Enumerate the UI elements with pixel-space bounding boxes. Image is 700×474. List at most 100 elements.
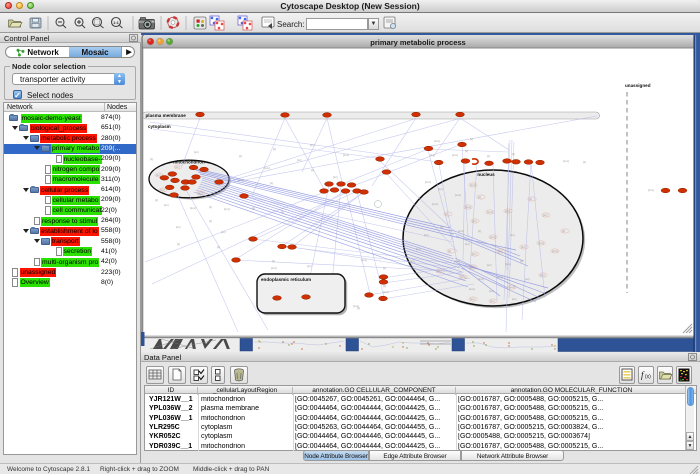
- svg-text:[xx]: [xx]: [505, 209, 510, 213]
- svg-text:[xx]: [xx]: [490, 299, 495, 303]
- svg-text:[x]: [x]: [383, 266, 386, 270]
- svg-text:[xxx]: [xxx]: [190, 206, 196, 210]
- svg-text:[x]: [x]: [281, 210, 284, 214]
- svg-text:[xxx]: [xxx]: [454, 259, 460, 263]
- svg-text:[x]: [x]: [478, 229, 481, 233]
- svg-text:[x]: [x]: [270, 181, 273, 185]
- svg-text:[xx]: [xx]: [437, 269, 442, 273]
- svg-text:(x): (x): [645, 374, 651, 380]
- svg-text:[x]: [x]: [150, 157, 153, 161]
- svg-text:[xxx]: [xxx]: [264, 166, 270, 170]
- svg-text:[xxx]: [xxx]: [487, 210, 493, 214]
- svg-text:[xx]: [xx]: [472, 219, 477, 223]
- svg-text:[xx]: [xx]: [310, 143, 315, 147]
- svg-text:[xx]: [xx]: [164, 203, 169, 207]
- svg-text:[xxx]: [xxx]: [343, 153, 349, 157]
- svg-text:[xx]: [xx]: [424, 233, 429, 237]
- svg-text:[x]: [x]: [209, 205, 212, 209]
- svg-text:[xx]: [xx]: [525, 277, 530, 281]
- svg-text:[xx]: [xx]: [472, 252, 477, 256]
- svg-text:[xxx]: [xxx]: [460, 275, 466, 279]
- svg-text:[xx]: [xx]: [194, 150, 199, 154]
- svg-text:[xxx]: [xxx]: [238, 178, 244, 182]
- svg-text:[x]: [x]: [440, 225, 443, 229]
- svg-text:[xx]: [xx]: [465, 242, 470, 246]
- svg-text:[xxx]: [xxx]: [455, 193, 461, 197]
- svg-text:[xxx]: [xxx]: [497, 275, 503, 279]
- svg-text:[x]: [x]: [209, 219, 212, 223]
- svg-text:[x]: [x]: [272, 259, 275, 263]
- svg-text:[x]: [x]: [520, 259, 523, 263]
- svg-text:[xxx]: [xxx]: [509, 285, 515, 289]
- svg-text:[x]: [x]: [177, 242, 180, 246]
- svg-text:[xxx]: [xxx]: [490, 235, 496, 239]
- svg-text:[x]: [x]: [155, 198, 158, 202]
- svg-text:1:1: 1:1: [113, 20, 120, 25]
- svg-text:[x]: [x]: [311, 168, 314, 172]
- svg-text:[xxx]: [xxx]: [224, 207, 230, 211]
- svg-text:[xx]: [xx]: [175, 165, 180, 169]
- svg-text:[xx]: [xx]: [333, 175, 338, 179]
- svg-text:[x]: [x]: [217, 245, 220, 249]
- svg-text:[xxx]: [xxx]: [452, 153, 458, 157]
- svg-text:[xx]: [xx]: [430, 153, 435, 157]
- svg-text:[xxx]: [xxx]: [469, 287, 475, 291]
- svg-text:[x]: [x]: [470, 137, 473, 141]
- svg-text:[x]: [x]: [383, 284, 386, 288]
- svg-text:[x]: [x]: [465, 149, 468, 153]
- svg-text:[xxx]: [xxx]: [361, 258, 367, 262]
- svg-text:[xx]: [xx]: [521, 245, 526, 249]
- svg-text:[x]: [x]: [487, 154, 490, 158]
- svg-text:[xxx]: [xxx]: [383, 290, 389, 294]
- svg-text:[x]: [x]: [562, 229, 565, 233]
- svg-text:[xxx]: [xxx]: [505, 262, 511, 266]
- svg-text:[xx]: [xx]: [160, 188, 165, 192]
- svg-text:endoplasmic reticulum: endoplasmic reticulum: [261, 277, 311, 282]
- svg-text:[x]: [x]: [529, 197, 532, 201]
- svg-text:[xx]: [xx]: [489, 289, 494, 293]
- svg-text:[x]: [x]: [448, 249, 451, 253]
- svg-text:[x]: [x]: [239, 154, 242, 158]
- svg-text:[xxx]: [xxx]: [271, 266, 277, 270]
- svg-text:[xx]: [xx]: [470, 297, 475, 301]
- svg-text:[xx]: [xx]: [512, 297, 517, 301]
- svg-text:[xx]: [xx]: [438, 187, 443, 191]
- svg-text:nucleus: nucleus: [477, 172, 495, 177]
- svg-text:[x]: [x]: [445, 212, 448, 216]
- svg-text:[xx]: [xx]: [221, 230, 226, 234]
- svg-text:[xxx]: [xxx]: [434, 139, 440, 143]
- svg-text:[xx]: [xx]: [540, 273, 545, 277]
- svg-text:unassigned: unassigned: [625, 83, 651, 88]
- svg-text:cytoplasm: cytoplasm: [148, 124, 171, 129]
- svg-text:[xx]: [xx]: [410, 259, 415, 263]
- svg-text:[x]: [x]: [512, 152, 515, 156]
- svg-text:[xxx]: [xxx]: [465, 205, 471, 209]
- svg-text:[xx]: [xx]: [156, 173, 161, 177]
- svg-text:[xx]: [xx]: [470, 265, 475, 269]
- svg-text:[xx]: [xx]: [176, 225, 181, 229]
- svg-text:[xx]: [xx]: [297, 158, 302, 162]
- svg-text:[xxx]: [xxx]: [538, 241, 544, 245]
- svg-text:[xx]: [xx]: [487, 263, 492, 267]
- svg-text:[x]: [x]: [273, 147, 276, 151]
- svg-text:plasma membrane: plasma membrane: [146, 113, 187, 118]
- svg-text:[x]: [x]: [478, 195, 481, 199]
- svg-text:[xxx]: [xxx]: [470, 183, 476, 187]
- svg-text:[xxx]: [xxx]: [478, 277, 484, 281]
- svg-text:[xxx]: [xxx]: [353, 304, 359, 308]
- svg-text:[x]: [x]: [583, 160, 586, 164]
- svg-text:[xxx]: [xxx]: [458, 229, 464, 233]
- svg-text:[x]: [x]: [252, 206, 255, 210]
- svg-text:[xx]: [xx]: [416, 247, 421, 251]
- svg-text:[xx]: [xx]: [198, 191, 203, 195]
- svg-text:[xxx]: [xxx]: [425, 180, 431, 184]
- svg-text:[xx]: [xx]: [498, 249, 503, 253]
- svg-text:[xx]: [xx]: [510, 233, 515, 237]
- svg-text:primary metabolic process: primary metabolic process: [370, 38, 465, 47]
- svg-text:[xxx]: [xxx]: [432, 202, 438, 206]
- svg-text:[xx]: [xx]: [307, 264, 312, 268]
- svg-text:[xx]: [xx]: [543, 213, 548, 217]
- svg-text:mitochondrion: mitochondrion: [173, 160, 205, 165]
- svg-text:[xxx]: [xxx]: [563, 159, 569, 163]
- svg-text:[xxx]: [xxx]: [552, 249, 558, 253]
